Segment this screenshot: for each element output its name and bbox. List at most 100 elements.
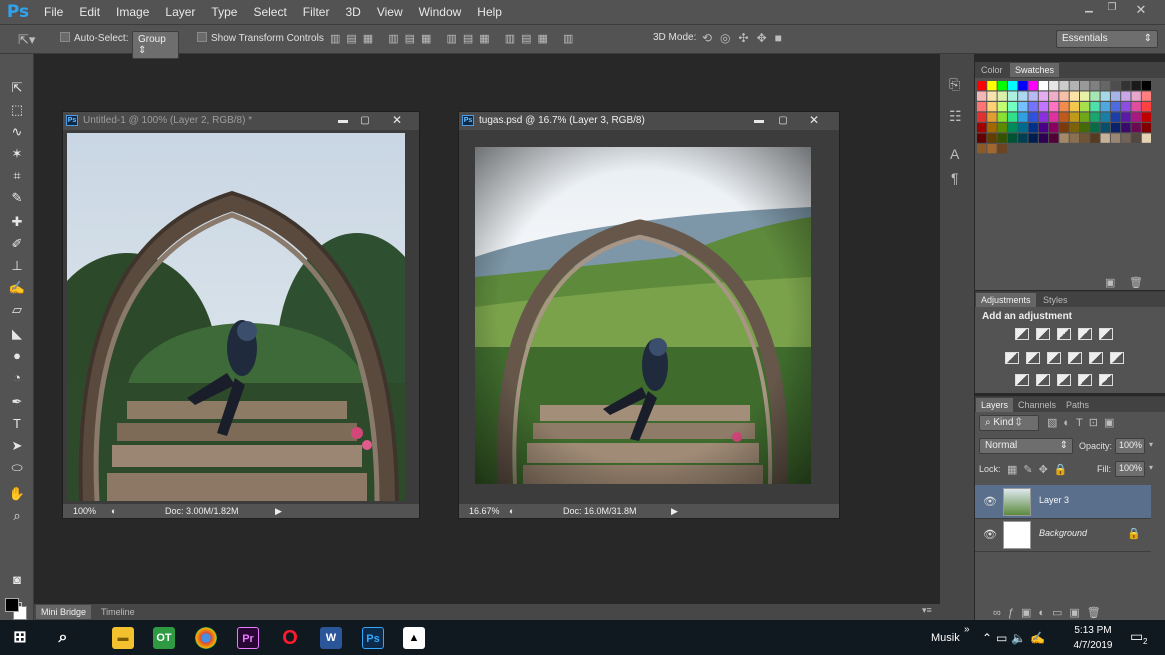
black-white-icon[interactable] xyxy=(1047,352,1061,364)
new-swatch-icon[interactable]: ▣ xyxy=(1105,276,1115,289)
status-info-icon[interactable]: ◐ xyxy=(509,504,514,518)
windows-start-icon[interactable]: ⊞ xyxy=(9,627,31,649)
brightness-contrast-icon[interactable] xyxy=(1015,328,1029,340)
status-info-icon[interactable]: ◐ xyxy=(111,504,116,518)
document-title-bar[interactable]: Ps Untitled-1 @ 100% (Layer 2, RGB/8) * … xyxy=(63,112,419,130)
posterize-icon[interactable] xyxy=(1036,374,1050,386)
toolbar-expand-icon[interactable]: » xyxy=(964,624,970,635)
character-panel-icon[interactable]: A xyxy=(950,146,959,162)
photoshop-taskbar-icon[interactable]: Ps xyxy=(362,627,384,649)
doc-minimize-icon[interactable]: ▬ xyxy=(331,113,355,128)
channel-mixer-icon[interactable] xyxy=(1089,352,1103,364)
opacity-input[interactable]: 100% xyxy=(1115,438,1145,454)
hand-tool-icon[interactable]: ✋ xyxy=(5,484,29,504)
gradient-map-icon[interactable] xyxy=(1078,374,1092,386)
tab-color[interactable]: Color xyxy=(976,63,1008,77)
system-tray-icons[interactable]: ⌃▭🔈✍ xyxy=(982,631,1049,645)
move-tool-icon[interactable]: ⇱ xyxy=(5,78,29,98)
ellipse-tool-icon[interactable]: ⬭ xyxy=(5,458,29,478)
layer-filter-icons[interactable]: ▧◐T⊡▣ xyxy=(1047,416,1120,429)
foreground-color-swatch[interactable] xyxy=(5,598,19,612)
tab-channels[interactable]: Channels xyxy=(1013,398,1061,412)
align-icons[interactable]: ▥▤▦ ▥▤▦ ▥▤▦ ▥▤▦ ▥ xyxy=(330,32,579,45)
move-tool-preset-icon[interactable]: ⇱▾ xyxy=(18,32,35,48)
status-menu-arrow-icon[interactable]: ▶ xyxy=(275,504,282,518)
photos-icon[interactable]: ▲ xyxy=(403,627,425,649)
marquee-tool-icon[interactable]: ⬚ xyxy=(5,100,29,120)
zoom-tool-icon[interactable]: ⌕ xyxy=(5,506,29,526)
minimize-app-icon[interactable]: ▁ xyxy=(1080,2,1098,13)
layer-name[interactable]: Background xyxy=(1039,528,1087,538)
tab-mini-bridge[interactable]: Mini Bridge xyxy=(36,605,92,619)
action-center-icon[interactable]: ▭ xyxy=(1130,628,1143,645)
doc-maximize-icon[interactable]: ▢ xyxy=(771,113,795,128)
lasso-tool-icon[interactable]: ∿ xyxy=(5,122,29,142)
auto-select-dropdown[interactable]: Group ⇕ xyxy=(132,31,179,59)
curves-icon[interactable] xyxy=(1057,328,1071,340)
exposure-icon[interactable] xyxy=(1078,328,1092,340)
menu-window[interactable]: Window xyxy=(411,5,470,19)
canvas-photo-layer2[interactable] xyxy=(67,133,405,501)
menu-file[interactable]: File xyxy=(36,5,71,19)
eyedropper-tool-icon[interactable]: ✎ xyxy=(5,188,29,208)
layer-footer-icons[interactable]: ∞ƒ▣◐▭▣🗑 xyxy=(993,606,1108,619)
doc-minimize-icon[interactable]: ▬ xyxy=(747,113,771,128)
menu-view[interactable]: View xyxy=(369,5,411,19)
blend-mode-dropdown[interactable]: Normal ⇕ xyxy=(979,438,1073,454)
opacity-arrow-icon[interactable]: ▾ xyxy=(1149,440,1153,449)
zoom-level[interactable]: 100% xyxy=(73,504,96,518)
file-explorer-icon[interactable]: ▬ xyxy=(112,627,134,649)
menu-type[interactable]: Type xyxy=(203,5,245,19)
doc-maximize-icon[interactable]: ▢ xyxy=(353,113,377,128)
threshold-icon[interactable] xyxy=(1057,374,1071,386)
tab-adjustments[interactable]: Adjustments xyxy=(976,293,1036,307)
dodge-tool-icon[interactable]: ◔ xyxy=(5,368,29,388)
tab-timeline[interactable]: Timeline xyxy=(96,605,140,619)
search-icon[interactable]: ⌕ xyxy=(52,627,74,649)
premiere-pro-icon[interactable]: Pr xyxy=(237,627,259,649)
document-title-bar[interactable]: Ps tugas.psd @ 16.7% (Layer 3, RGB/8) ▬ … xyxy=(459,112,839,130)
menu-help[interactable]: Help xyxy=(469,5,510,19)
lock-icons[interactable]: ▦✎✥🔒 xyxy=(1007,463,1074,476)
canvas-photo-layer3[interactable] xyxy=(475,147,811,484)
crop-tool-icon[interactable]: ⌗ xyxy=(5,166,29,186)
document-window-tugas[interactable]: Ps tugas.psd @ 16.7% (Layer 3, RGB/8) ▬ … xyxy=(458,111,840,519)
tab-paths[interactable]: Paths xyxy=(1061,398,1094,412)
pen-tool-icon[interactable]: ✒ xyxy=(5,392,29,412)
menu-3d[interactable]: 3D xyxy=(337,5,368,19)
fill-arrow-icon[interactable]: ▾ xyxy=(1149,463,1153,472)
visibility-eye-icon[interactable]: 👁 xyxy=(983,528,997,541)
ot-app-icon[interactable]: OT xyxy=(153,627,175,649)
status-menu-arrow-icon[interactable]: ▶ xyxy=(671,504,678,518)
zoom-level[interactable]: 16.67% xyxy=(469,504,500,518)
history-brush-tool-icon[interactable]: ✍ xyxy=(5,278,29,298)
invert-icon[interactable] xyxy=(1015,374,1029,386)
auto-select-checkbox[interactable]: Auto-Select: xyxy=(60,32,128,44)
brush-tool-icon[interactable]: ✐ xyxy=(5,234,29,254)
layer-row-background[interactable]: 👁 Background 🔒 xyxy=(975,518,1151,552)
color-lookup-icon[interactable] xyxy=(1110,352,1124,364)
visibility-eye-icon[interactable]: 👁 xyxy=(983,495,997,508)
layer-row-layer3[interactable]: 👁 Layer 3 xyxy=(975,485,1151,519)
word-icon[interactable]: W xyxy=(320,627,342,649)
color-balance-icon[interactable] xyxy=(1026,352,1040,364)
tray-label[interactable]: Musik xyxy=(931,632,960,644)
hue-saturation-icon[interactable] xyxy=(1005,352,1019,364)
document-window-untitled[interactable]: Ps Untitled-1 @ 100% (Layer 2, RGB/8) * … xyxy=(62,111,420,519)
chrome-icon[interactable] xyxy=(195,627,217,649)
menu-layer[interactable]: Layer xyxy=(157,5,203,19)
levels-icon[interactable] xyxy=(1036,328,1050,340)
layer-name[interactable]: Layer 3 xyxy=(1039,495,1069,505)
vibrance-icon[interactable] xyxy=(1099,328,1113,340)
workspace-dropdown[interactable]: Essentials ⇕ xyxy=(1056,30,1158,48)
blur-tool-icon[interactable]: ● xyxy=(5,346,29,366)
clock-time[interactable]: 5:13 PM xyxy=(1072,625,1114,636)
close-app-icon[interactable]: ✕ xyxy=(1132,2,1150,18)
history-panel-icon[interactable]: ⎘ xyxy=(949,76,960,93)
tab-layers[interactable]: Layers xyxy=(976,398,1014,412)
paragraph-panel-icon[interactable]: ¶ xyxy=(951,170,959,186)
photo-filter-icon[interactable] xyxy=(1068,352,1082,364)
eraser-tool-icon[interactable]: ▱ xyxy=(5,300,29,320)
restore-app-icon[interactable]: ❐ xyxy=(1103,2,1121,13)
panel-menu-icon[interactable]: ▾≡ xyxy=(922,605,932,616)
